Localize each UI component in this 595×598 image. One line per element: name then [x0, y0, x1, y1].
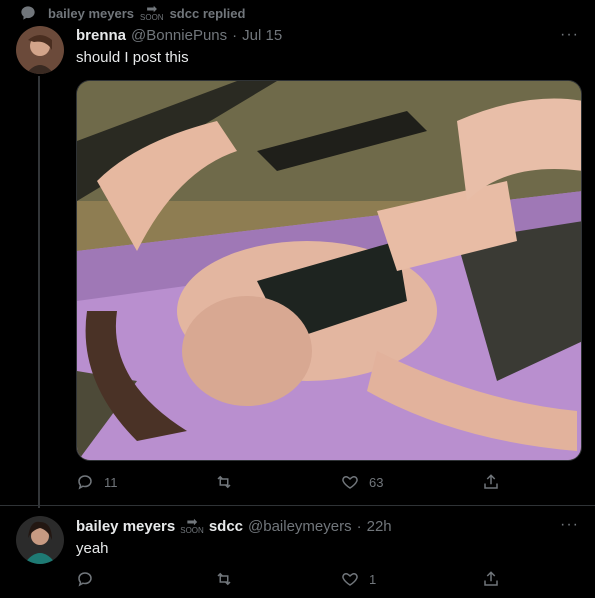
reply-icon	[78, 572, 92, 587]
share-icon	[484, 571, 498, 586]
avatar[interactable]	[16, 26, 64, 74]
retweet-icon	[217, 475, 231, 489]
reply-button[interactable]	[76, 570, 104, 588]
share-icon	[484, 474, 498, 489]
author-handle[interactable]: @BonniePuns	[131, 27, 227, 44]
like-count: 63	[369, 474, 384, 490]
tweet-divider	[0, 505, 595, 506]
retweet-icon	[217, 572, 231, 586]
tweet-timestamp[interactable]: 22h	[367, 518, 392, 535]
tweet-photo[interactable]	[76, 80, 582, 461]
author-name[interactable]: brenna	[76, 27, 126, 44]
more-icon[interactable]: ···	[560, 26, 579, 44]
social-context-replier: bailey meyers	[48, 5, 135, 21]
like-button[interactable]: 1	[341, 570, 376, 588]
retweet-button[interactable]	[215, 570, 243, 588]
soon-arrow-icon: ➡ SOON	[140, 1, 164, 22]
like-button[interactable]: 63	[341, 473, 383, 491]
tweet-timestamp[interactable]: Jul 15	[242, 27, 282, 44]
like-icon	[342, 475, 358, 489]
thread-connector-line	[38, 76, 40, 508]
reply-count: 11	[104, 474, 118, 490]
reply-icon	[78, 475, 92, 490]
soon-arrow-icon: ➡ SOON	[180, 514, 204, 535]
author-name[interactable]: bailey meyers	[76, 518, 175, 535]
social-context[interactable]: bailey meyers ➡ SOON sdcc replied	[21, 1, 246, 22]
speech-bubble-icon	[21, 6, 35, 20]
separator-dot: ·	[232, 27, 238, 44]
tweet-text: should I post this	[76, 49, 189, 66]
reply-button[interactable]: 11	[76, 473, 118, 491]
more-icon[interactable]: ···	[560, 516, 579, 534]
social-context-rest: sdcc replied	[169, 5, 246, 21]
author-name-suffix[interactable]: sdcc	[209, 518, 243, 535]
separator-dot: ·	[356, 517, 362, 535]
like-count: 1	[369, 571, 377, 587]
share-button[interactable]	[482, 473, 500, 491]
tweet-header: brenna @BonniePuns · Jul 15	[76, 27, 282, 44]
avatar[interactable]	[16, 516, 64, 564]
share-button[interactable]	[482, 570, 500, 588]
tweet-text: yeah	[76, 540, 109, 557]
author-handle[interactable]: @baileymeyers	[248, 518, 352, 535]
retweet-button[interactable]	[215, 473, 243, 491]
tweet-header: bailey meyers ➡ SOON sdcc @baileymeyers ·…	[76, 514, 392, 535]
like-icon	[342, 572, 358, 586]
